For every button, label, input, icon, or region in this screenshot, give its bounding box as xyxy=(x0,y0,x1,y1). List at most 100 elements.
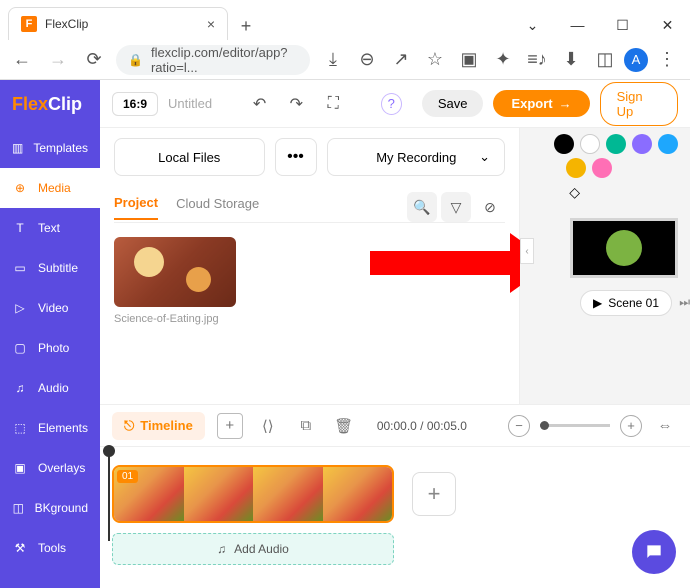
audio-icon: ♫ xyxy=(12,381,28,395)
time-display: 00:00.0 / 00:05.0 xyxy=(377,419,467,433)
color-swatch[interactable] xyxy=(554,134,574,154)
forward-button[interactable]: → xyxy=(44,46,72,74)
url-text: flexclip.com/editor/app?ratio=l... xyxy=(151,45,298,75)
aspect-ratio-chip[interactable]: 16:9 xyxy=(112,92,158,116)
install-icon[interactable]: ⤓ xyxy=(318,46,348,74)
sidebar-item-label: Templates xyxy=(33,141,88,155)
timeline-area[interactable]: 01 + ♫ Add Audio xyxy=(100,446,690,588)
more-options-button[interactable]: ••• xyxy=(275,138,317,176)
scene-preview[interactable] xyxy=(570,218,678,278)
sidebar-item-templates[interactable]: ▥ Templates xyxy=(0,128,100,168)
profile-avatar[interactable]: A xyxy=(624,48,648,72)
sidebar-item-media[interactable]: ⊕ Media xyxy=(0,168,100,208)
timeline-toolbar: ⎋Timeline + ⟨⟩ ⧉ 🗑 00:00.0 / 00:05.0 − +… xyxy=(100,404,690,446)
download-icon[interactable]: ⬇ xyxy=(556,46,586,74)
clip-number-badge: 01 xyxy=(117,470,138,483)
share-icon[interactable]: ↗ xyxy=(386,46,416,74)
zoom-slider[interactable] xyxy=(540,424,610,427)
video-clip[interactable]: 01 xyxy=(112,465,394,523)
chevron-down-icon[interactable]: ⌄ xyxy=(510,10,555,40)
sidebar-item-label: Overlays xyxy=(38,461,85,475)
video-icon[interactable]: ▣ xyxy=(454,46,484,74)
sidebar-item-label: Tools xyxy=(38,541,66,555)
media-thumbnail[interactable] xyxy=(114,237,236,307)
play-icon: ▶ xyxy=(593,296,602,310)
new-tab-button[interactable]: + xyxy=(232,12,260,40)
collapse-panel-icon[interactable]: ‹ xyxy=(520,238,534,264)
elements-icon: ⬚ xyxy=(12,421,28,435)
redo-icon[interactable]: ↷ xyxy=(283,90,310,118)
project-title[interactable]: Untitled xyxy=(168,96,212,111)
sidebar-item-tools[interactable]: ⚒ Tools xyxy=(0,528,100,568)
add-icon[interactable]: + xyxy=(217,413,243,439)
split-icon[interactable]: ⟨⟩ xyxy=(255,413,281,439)
local-files-button[interactable]: Local Files xyxy=(114,138,265,176)
signup-button[interactable]: Sign Up xyxy=(600,82,678,126)
link-off-icon[interactable]: ⊘ xyxy=(475,192,505,222)
media-icon: ⊕ xyxy=(12,181,28,195)
skip-next-icon[interactable]: ⏭ xyxy=(679,295,690,310)
color-swatch[interactable] xyxy=(592,158,612,178)
sidebar-item-audio[interactable]: ♫Audio xyxy=(0,368,100,408)
playhead[interactable] xyxy=(108,451,110,541)
zoom-icon[interactable]: ⊖ xyxy=(352,46,382,74)
reading-icon[interactable]: ◫ xyxy=(590,46,620,74)
sidebar-item-subtitle[interactable]: ▭ Subtitle xyxy=(0,248,100,288)
extensions-icon[interactable]: ✦ xyxy=(488,46,518,74)
color-swatch[interactable] xyxy=(566,158,586,178)
add-scene-button[interactable]: + xyxy=(412,472,456,516)
sidebar-item-bkground[interactable]: ◫BKground xyxy=(0,488,100,528)
address-bar[interactable]: 🔒 flexclip.com/editor/app?ratio=l... xyxy=(116,45,310,75)
undo-icon[interactable]: ↶ xyxy=(246,90,273,118)
lock-icon: 🔒 xyxy=(128,53,143,67)
sidebar-item-label: Photo xyxy=(38,341,69,355)
help-icon[interactable]: ? xyxy=(381,93,402,115)
paint-bucket-icon[interactable]: ◇ xyxy=(569,184,580,201)
playlist-icon[interactable]: ≡♪ xyxy=(522,46,552,74)
save-button[interactable]: Save xyxy=(422,90,484,117)
sidebar-item-label: Media xyxy=(38,181,71,195)
browser-toolbar: ← → ⟳ 🔒 flexclip.com/editor/app?ratio=l.… xyxy=(0,40,690,80)
sidebar-item-overlays[interactable]: ▣ Overlays xyxy=(0,448,100,488)
zoom-in-button[interactable]: + xyxy=(620,415,642,437)
search-icon[interactable]: 🔍 xyxy=(407,192,437,222)
text-icon: T xyxy=(12,221,28,235)
tools-icon: ⚒ xyxy=(12,541,28,555)
sidebar-item-label: Subtitle xyxy=(38,261,78,275)
fit-icon[interactable]: ⇔ xyxy=(652,413,678,439)
overlays-icon: ▣ xyxy=(12,461,28,475)
templates-icon: ▥ xyxy=(12,141,23,155)
subtitle-icon: ▭ xyxy=(12,261,28,275)
sidebar-item-elements[interactable]: ⬚Elements xyxy=(0,408,100,448)
export-button[interactable]: Export→ xyxy=(493,90,589,117)
scene-chip[interactable]: ▶ Scene 01 xyxy=(580,290,672,316)
color-swatch[interactable] xyxy=(632,134,652,154)
color-swatch[interactable] xyxy=(606,134,626,154)
chevron-down-icon: ⌄ xyxy=(479,149,490,165)
color-swatch[interactable] xyxy=(580,134,600,154)
recording-dropdown[interactable]: My Recording ⌄ xyxy=(327,138,506,176)
color-swatch[interactable] xyxy=(658,134,678,154)
tab-project[interactable]: Project xyxy=(114,195,158,220)
menu-icon[interactable]: ⋮ xyxy=(652,46,682,74)
copy-icon[interactable]: ⧉ xyxy=(293,413,319,439)
sidebar-item-video[interactable]: ▷Video xyxy=(0,288,100,328)
back-button[interactable]: ← xyxy=(8,46,36,74)
delete-icon[interactable]: 🗑 xyxy=(331,413,357,439)
timeline-toggle-button[interactable]: ⎋Timeline xyxy=(112,412,205,440)
maximize-button[interactable]: ☐ xyxy=(600,10,645,40)
close-tab-icon[interactable]: × xyxy=(207,16,215,32)
sidebar-item-photo[interactable]: ▢Photo xyxy=(0,328,100,368)
star-icon[interactable]: ☆ xyxy=(420,46,450,74)
fullscreen-icon[interactable]: ⛶ xyxy=(320,90,347,118)
filter-icon[interactable]: ▽ xyxy=(441,192,471,222)
minimize-button[interactable]: — xyxy=(555,10,600,40)
sidebar-item-text[interactable]: TText xyxy=(0,208,100,248)
close-window-button[interactable]: ✕ xyxy=(645,10,690,40)
chat-support-button[interactable] xyxy=(632,530,676,574)
reload-button[interactable]: ⟳ xyxy=(80,46,108,74)
browser-tab[interactable]: F FlexClip × xyxy=(8,7,228,40)
add-audio-track[interactable]: ♫ Add Audio xyxy=(112,533,394,565)
tab-cloud-storage[interactable]: Cloud Storage xyxy=(176,196,259,219)
zoom-out-button[interactable]: − xyxy=(508,415,530,437)
